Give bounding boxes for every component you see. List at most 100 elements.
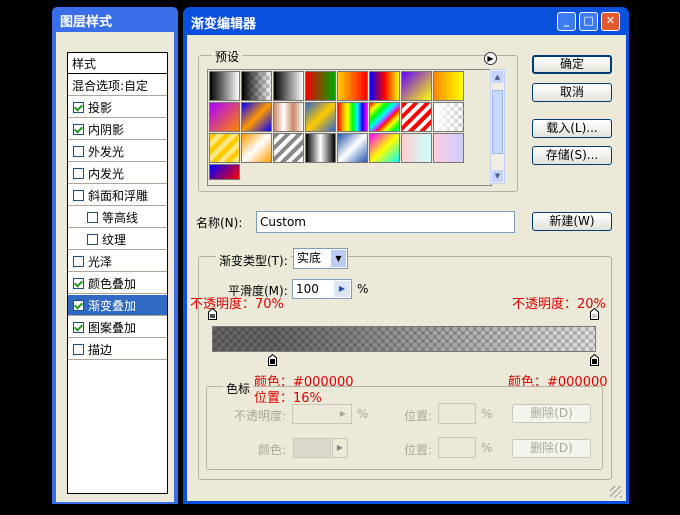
layer-style-item[interactable]: 光泽 — [68, 251, 167, 272]
delete-button-2[interactable]: 删除(D) — [512, 439, 591, 458]
layer-style-item-label: 描边 — [88, 342, 113, 357]
type-label: 渐变类型(T): — [216, 252, 291, 269]
location-field-2[interactable] — [438, 437, 476, 458]
save-button[interactable]: 存储(S)... — [532, 146, 612, 165]
layer-style-item[interactable]: 颜色叠加 — [68, 273, 167, 294]
preset-swatch[interactable] — [273, 133, 304, 163]
preset-swatch[interactable] — [305, 102, 336, 132]
scroll-up-icon[interactable]: ▲ — [492, 71, 503, 83]
new-button[interactable]: 新建(W) — [532, 212, 612, 231]
color-swatch[interactable] — [293, 438, 331, 458]
type-select[interactable]: 实底 ▼ — [293, 248, 348, 269]
smooth-unit: % — [357, 282, 369, 296]
preset-swatch[interactable] — [273, 102, 304, 132]
layer-style-item[interactable]: 图案叠加 — [68, 317, 167, 338]
preset-swatch[interactable] — [433, 102, 464, 132]
layer-style-item[interactable]: 内阴影 — [68, 119, 167, 140]
preset-swatch[interactable] — [337, 71, 368, 101]
location-label-1: 位置: — [404, 409, 433, 423]
preset-swatch[interactable] — [305, 71, 336, 101]
close-icon[interactable]: ✕ — [601, 12, 620, 31]
layer-style-item[interactable]: 斜面和浮雕 — [68, 185, 167, 206]
layer-style-item[interactable]: 混合选项:自定 — [68, 75, 167, 96]
stops-group-label: 色标 — [223, 380, 254, 397]
checkbox[interactable] — [73, 277, 84, 289]
preset-swatch[interactable] — [241, 71, 272, 101]
gradient-preview-bar[interactable] — [212, 326, 596, 352]
preset-swatch[interactable] — [401, 133, 432, 163]
scroll-down-icon[interactable]: ▼ — [492, 170, 503, 182]
layer-style-item-label: 图案叠加 — [88, 320, 137, 335]
checkbox[interactable] — [73, 343, 84, 355]
checkbox[interactable] — [73, 101, 84, 113]
preset-swatch[interactable] — [241, 102, 272, 132]
preset-swatch[interactable] — [209, 164, 240, 180]
cancel-button[interactable]: 取消 — [532, 83, 612, 102]
name-label: 名称(N): — [196, 216, 243, 230]
preset-swatch[interactable] — [273, 71, 304, 101]
preset-swatch[interactable] — [369, 133, 400, 163]
name-input[interactable]: Custom — [256, 211, 515, 233]
preset-swatch[interactable] — [369, 102, 400, 132]
checkbox[interactable] — [73, 299, 84, 311]
layer-style-item[interactable]: 投影 — [68, 97, 167, 118]
checkbox[interactable] — [87, 233, 98, 245]
preset-swatch[interactable] — [209, 133, 240, 163]
preset-swatch[interactable] — [305, 133, 336, 163]
location-field-1[interactable] — [438, 403, 476, 424]
opacity-unit: % — [357, 407, 369, 421]
load-button[interactable]: 载入(L)... — [532, 119, 612, 138]
annotation-opacity-left: 不透明度：70% — [190, 297, 284, 312]
checkbox[interactable] — [73, 145, 84, 157]
checkbox[interactable] — [73, 255, 84, 267]
opacity-field[interactable]: ▶ — [292, 404, 352, 424]
chevron-down-icon[interactable]: ▼ — [331, 250, 346, 267]
layer-style-item-label: 颜色叠加 — [88, 276, 137, 291]
preset-swatch[interactable] — [209, 71, 240, 101]
ok-button[interactable]: 确定 — [532, 55, 612, 74]
preset-swatch[interactable] — [401, 102, 432, 132]
preset-swatch[interactable] — [401, 71, 432, 101]
preset-swatch[interactable] — [337, 102, 368, 132]
preset-swatch[interactable] — [337, 133, 368, 163]
color-stop-left[interactable] — [268, 354, 277, 366]
layer-style-item[interactable]: 渐变叠加 — [68, 295, 167, 316]
checkbox[interactable] — [73, 321, 84, 333]
delete-button-1[interactable]: 删除(D) — [512, 404, 591, 423]
layer-style-item[interactable]: 纹理 — [68, 229, 167, 250]
layer-style-item[interactable]: 描边 — [68, 339, 167, 360]
layer-style-item[interactable]: 内发光 — [68, 163, 167, 184]
layer-style-item[interactable]: 外发光 — [68, 141, 167, 162]
preset-swatch[interactable] — [241, 133, 272, 163]
layer-style-item-label: 内阴影 — [88, 122, 125, 137]
scroll-thumb[interactable] — [492, 90, 503, 154]
checkbox[interactable] — [87, 211, 98, 223]
layer-style-item-label: 样式 — [72, 56, 97, 71]
preset-swatch[interactable] — [369, 71, 400, 101]
color-arrow-icon[interactable]: ▶ — [332, 438, 348, 458]
minimize-icon[interactable]: _ — [557, 12, 576, 31]
opacity-stop-left[interactable] — [208, 308, 217, 320]
layer-style-item[interactable]: 样式 — [68, 53, 167, 74]
opacity-arrow-icon[interactable]: ▶ — [336, 406, 350, 422]
preset-swatch[interactable] — [209, 102, 240, 132]
checkbox[interactable] — [73, 167, 84, 179]
layer-style-item[interactable]: 等高线 — [68, 207, 167, 228]
layer-style-item-label: 光泽 — [88, 254, 113, 269]
resize-grip-icon[interactable] — [610, 486, 622, 498]
preset-swatch[interactable] — [433, 133, 464, 163]
checkbox[interactable] — [73, 123, 84, 135]
smooth-arrow-icon[interactable]: ▶ — [334, 281, 350, 297]
checkbox[interactable] — [73, 189, 84, 201]
smooth-input[interactable]: 100 ▶ — [292, 279, 352, 299]
preset-swatch[interactable] — [433, 71, 464, 101]
presets-menu-icon[interactable]: ▶ — [484, 52, 497, 65]
layer-style-item-label: 混合选项:自定 — [72, 78, 149, 93]
opacity-stop-right[interactable] — [590, 308, 599, 320]
color-stop-right[interactable] — [590, 354, 599, 366]
layer-style-item-label: 渐变叠加 — [88, 298, 137, 313]
maximize-icon[interactable]: □ — [579, 12, 598, 31]
layer-style-list: 样式混合选项:自定投影内阴影外发光 内发光 斜面和浮雕 等高线 纹理光泽颜色叠加渐变叠加… — [67, 52, 168, 494]
presets-scrollbar[interactable]: ▲ ▼ — [490, 69, 505, 184]
dialog-title: 渐变编辑器 — [191, 17, 257, 32]
